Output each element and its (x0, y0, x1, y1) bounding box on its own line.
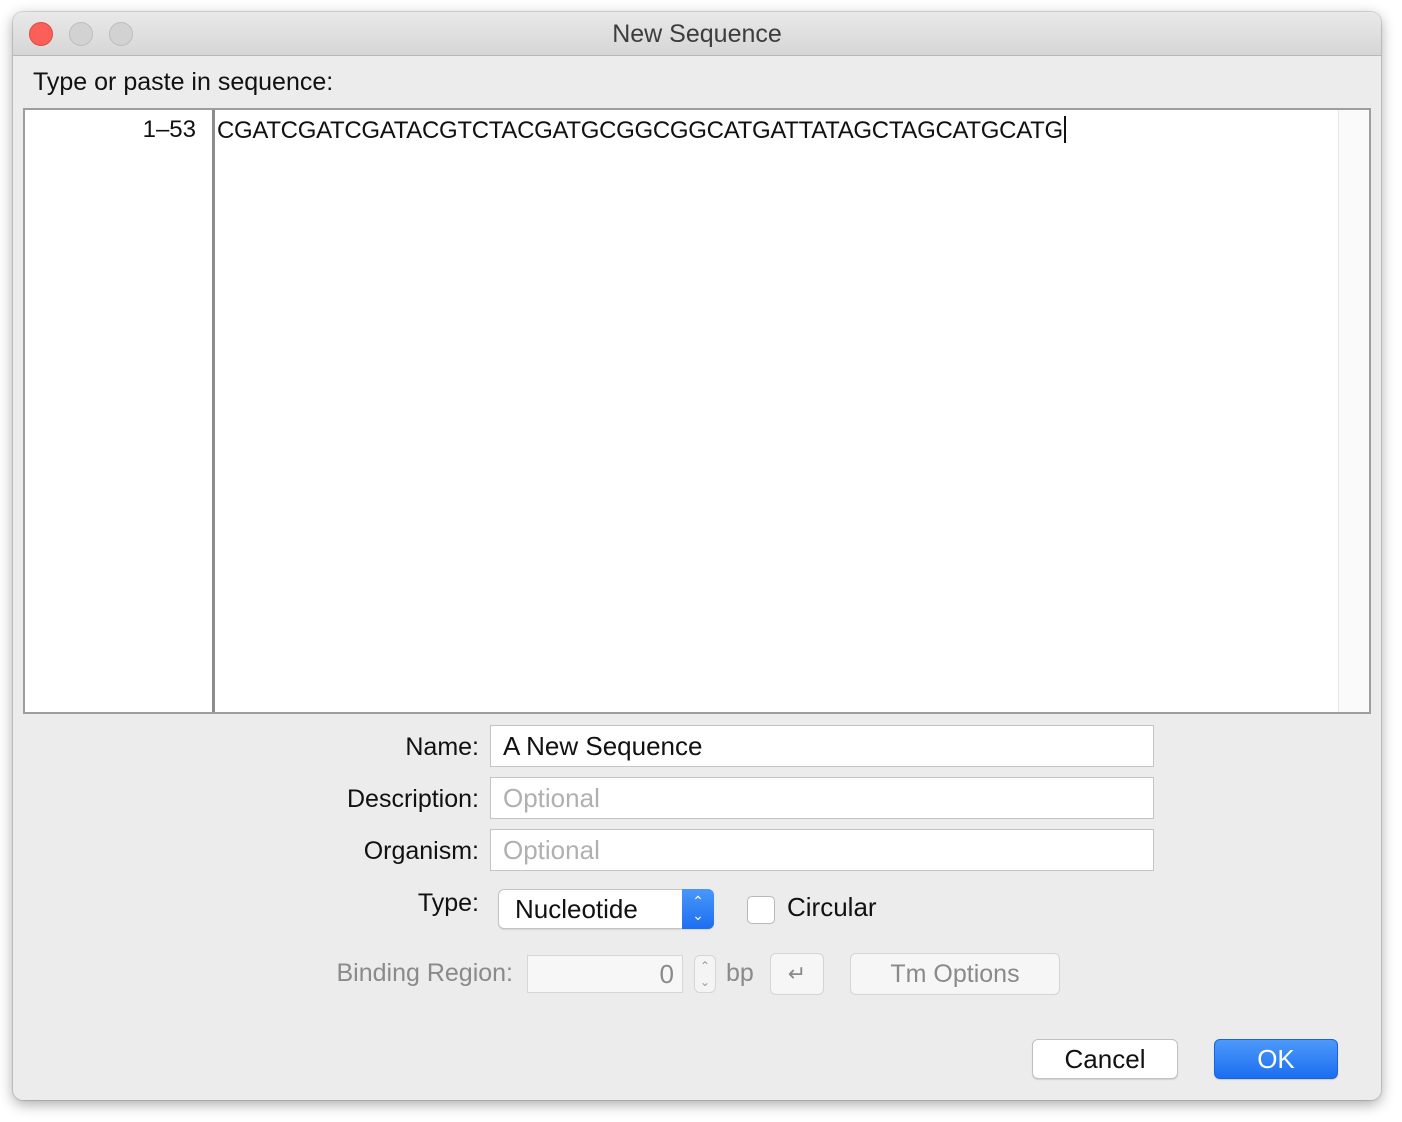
name-label: Name: (405, 733, 479, 761)
circular-checkbox[interactable] (747, 896, 775, 924)
sequence-prompt: Type or paste in sequence: (33, 68, 334, 96)
sequence-text: CGATCGATCGATACGTCTACGATGCGGCGGCATGATTATA… (217, 117, 1063, 144)
type-select-value: Nucleotide (515, 894, 638, 924)
sequence-text-area[interactable]: CGATCGATCGATACGTCTACGATGCGGCGGCATGATTATA… (217, 116, 1066, 145)
text-caret (1063, 116, 1066, 143)
stepper-icon[interactable]: ⌃ ⌄ (694, 955, 716, 993)
range-label: 1–53 (142, 116, 196, 143)
sequence-editor[interactable]: 1–53 CGATCGATCGATACGTCTACGATGCGGCGGCATGA… (23, 108, 1371, 714)
organism-label: Organism: (363, 837, 479, 865)
chevron-updown-icon: ⌃ ⌄ (682, 889, 714, 929)
vertical-scrollbar[interactable] (1338, 110, 1369, 712)
ok-button[interactable]: OK (1214, 1039, 1338, 1079)
type-label: Type: (417, 889, 479, 917)
binding-region-field[interactable]: 0 (527, 955, 683, 993)
title-bar: New Sequence (13, 12, 1381, 56)
organism-field[interactable] (490, 829, 1154, 871)
line-number-gutter: 1–53 (25, 110, 215, 712)
name-field[interactable] (490, 725, 1154, 767)
binding-region-label: Binding Region: (336, 959, 513, 987)
tm-options-button[interactable]: Tm Options (850, 953, 1060, 995)
description-field[interactable] (490, 777, 1154, 819)
return-icon[interactable]: ↵ (770, 953, 824, 995)
bp-unit-label: bp (726, 959, 754, 987)
new-sequence-dialog: New Sequence Type or paste in sequence: … (13, 12, 1381, 1100)
window-title: New Sequence (612, 20, 782, 48)
type-select[interactable]: Nucleotide ⌃ ⌄ (498, 889, 714, 929)
description-label: Description: (347, 785, 479, 813)
circular-label[interactable]: Circular (787, 892, 877, 923)
cancel-button[interactable]: Cancel (1032, 1039, 1178, 1079)
